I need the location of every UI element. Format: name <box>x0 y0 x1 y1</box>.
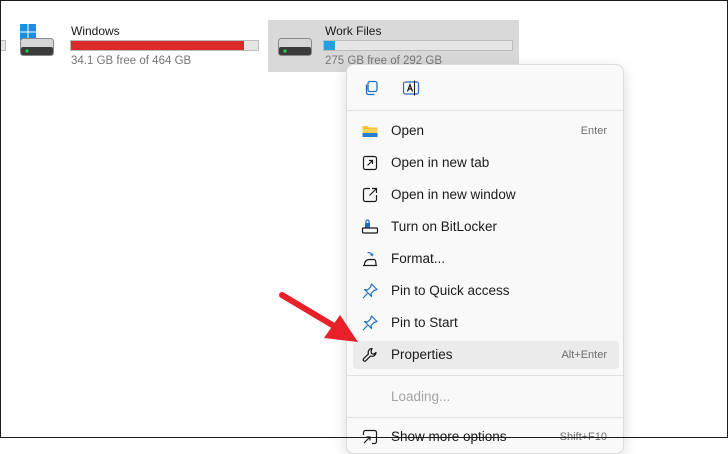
rename-icon <box>402 79 420 102</box>
menu-item-show-more-options[interactable]: Show more options Shift+F10 <box>353 423 619 451</box>
menu-item-open[interactable]: Open Enter <box>353 117 619 145</box>
menu-item-pin-to-start[interactable]: Pin to Start <box>353 309 619 337</box>
context-menu: Open Enter Open in new tab Open in new w… <box>346 64 624 454</box>
more-options-icon <box>361 428 379 446</box>
storage-bar <box>70 40 259 51</box>
wrench-icon <box>361 346 379 364</box>
menu-item-open-in-new-window[interactable]: Open in new window <box>353 181 619 209</box>
rename-button[interactable] <box>398 79 424 101</box>
copy-icon <box>363 80 379 101</box>
menu-item-loading: Loading... <box>391 389 451 404</box>
menu-item-properties[interactable]: Properties Alt+Enter <box>353 341 619 369</box>
copy-button[interactable] <box>358 79 384 101</box>
open-new-window-icon <box>361 186 379 204</box>
drive-windows[interactable]: Windows 34.1 GB free of 464 GB <box>0 0 265 72</box>
storage-bar-fill <box>324 41 336 50</box>
free-space-text: 34.1 GB free of 464 GB <box>71 55 192 67</box>
menu-item-format[interactable]: Format... <box>353 245 619 273</box>
folder-icon <box>361 122 379 140</box>
format-icon <box>361 250 379 268</box>
menu-separator <box>347 375 623 376</box>
red-arrow-icon <box>279 292 358 342</box>
menu-separator <box>347 110 623 111</box>
hard-drive-icon <box>20 38 54 56</box>
drive-name: Work Files <box>325 24 382 38</box>
hard-drive-icon <box>278 38 312 56</box>
drive-name: Windows <box>71 24 120 38</box>
bitlocker-icon <box>361 218 379 236</box>
menu-item-pin-to-quick-access[interactable]: Pin to Quick access <box>353 277 619 305</box>
menu-item-turn-on-bitlocker[interactable]: Turn on BitLocker <box>353 213 619 241</box>
menu-separator <box>347 417 623 418</box>
storage-bar <box>323 40 513 51</box>
menu-item-open-in-new-tab[interactable]: Open in new tab <box>353 149 619 177</box>
clipped-drive-bar <box>0 40 6 51</box>
storage-bar-fill <box>71 41 245 50</box>
open-new-tab-icon <box>361 154 379 172</box>
